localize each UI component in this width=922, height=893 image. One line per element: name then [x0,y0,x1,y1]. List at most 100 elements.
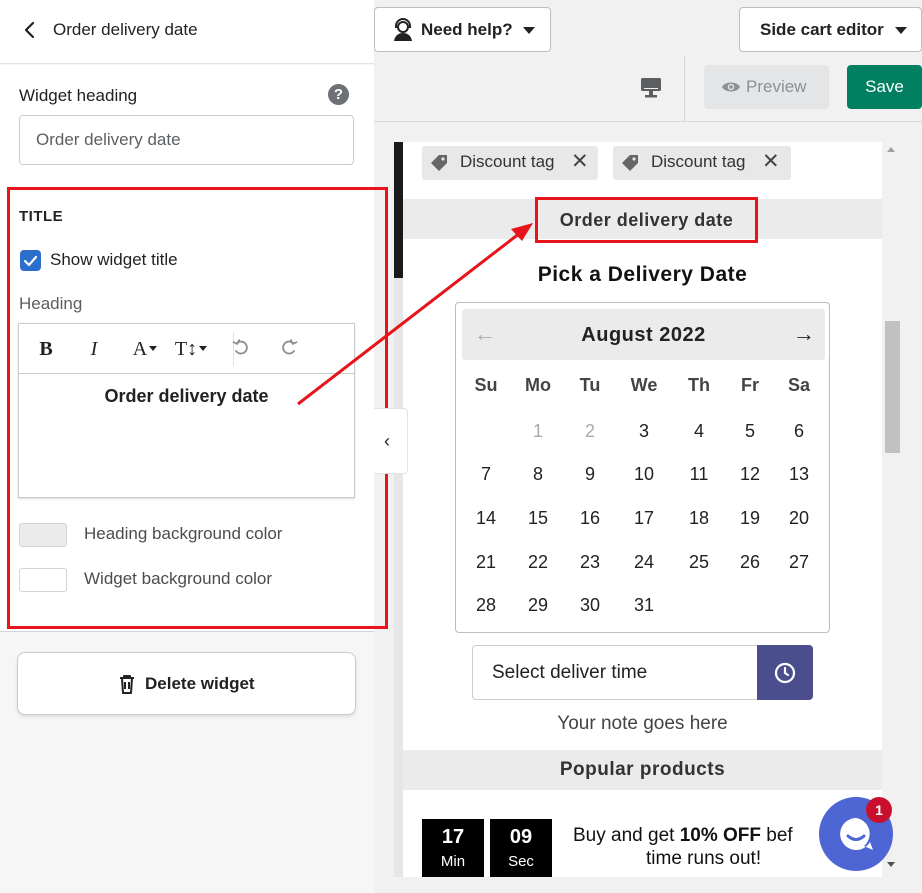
calendar-month: August 2022 [581,324,706,346]
weekday-label: Tu [579,375,601,395]
collapse-panel-tab[interactable]: ‹ [374,408,408,474]
weekday-label: Su [474,375,498,395]
calendar-day: 2 [584,421,595,441]
need-help-button[interactable]: Need help? [374,7,551,52]
tag-icon [622,155,638,171]
calendar-day[interactable]: 3 [619,421,669,442]
preview-scrollbar[interactable] [882,142,902,877]
calendar-day[interactable]: 30 [565,595,615,616]
scroll-down-icon[interactable] [887,862,895,867]
scroll-up-icon[interactable] [887,147,895,152]
countdown-minutes-value: 17 [441,826,465,848]
chevron-left-icon: ‹ [384,431,390,451]
promo-text-pre: Buy and get [573,825,680,846]
countdown-minutes-unit: Min [440,853,466,870]
toolbar-divider [684,56,685,122]
tag-icon [431,155,447,171]
calendar-day[interactable]: 5 [725,421,775,442]
calendar-day[interactable]: 28 [461,595,511,616]
countdown-seconds-unit: Sec [508,853,534,870]
support-agent-icon [394,18,412,41]
weekday-label: Th [688,375,710,395]
save-button[interactable]: Save [847,65,922,109]
side-cart-editor-button[interactable]: Side cart editor [739,7,922,52]
calendar-day[interactable]: 6 [774,421,824,442]
calendar-day[interactable]: 31 [619,595,669,616]
calendar-day[interactable]: 4 [674,421,724,442]
eye-icon [722,82,740,92]
calendar-day[interactable]: 7 [461,464,511,485]
panel-title: Order delivery date [53,20,198,39]
discount-tag-label: Discount tag [460,152,555,171]
calendar-day[interactable]: 10 [619,464,669,485]
weekday-label: Mo [525,375,551,395]
desktop-icon[interactable] [640,75,662,99]
calendar-day[interactable]: 22 [513,552,563,573]
date-picker: ← August 2022 → Su Mo Tu We Th Fr Sa 1 2 3 4 5 6 7 8 9 1… [455,302,830,633]
calendar-day[interactable]: 29 [513,595,563,616]
delivery-time-select[interactable]: Select deliver time [472,645,758,700]
pick-date-title: Pick a Delivery Date [537,263,748,286]
calendar-day[interactable]: 16 [565,508,615,529]
promo-text-post: bef [761,825,793,846]
help-icon[interactable]: ? [328,84,349,105]
calendar-day[interactable]: 19 [725,508,775,529]
delete-widget-label: Delete widget [145,674,255,693]
widget-heading-input[interactable]: Order delivery date [19,115,354,165]
widget-heading-title: Order delivery date [535,197,758,243]
calendar-day[interactable]: 26 [725,552,775,573]
calendar-day[interactable]: 24 [619,552,669,573]
need-help-label: Need help? [421,20,513,39]
weekday-label: Sa [787,375,811,395]
preview-bottom-strip [374,877,922,893]
calendar-day[interactable]: 14 [461,508,511,529]
preview-scrollbar-thumb[interactable] [885,321,900,453]
calendar-header: ← August 2022 → [462,309,825,360]
delivery-time-placeholder: Select deliver time [492,662,648,683]
calendar-day[interactable]: 17 [619,508,669,529]
chevron-down-icon [895,27,907,34]
calendar-day[interactable]: 12 [725,464,775,485]
popular-products-title: Popular products [559,759,726,780]
highlight-box [7,187,388,629]
discount-tag-label: Discount tag [651,152,746,171]
panel-header: Order delivery date [0,0,374,64]
arrow-right-icon[interactable]: → [793,322,815,346]
countdown-minutes: 17 Min [422,819,484,877]
chevron-left-icon[interactable] [20,18,40,42]
calendar-day[interactable]: 15 [513,508,563,529]
side-cart-editor-label: Side cart editor [760,20,884,39]
calendar-day[interactable]: 25 [674,552,724,573]
calendar-day[interactable]: 27 [774,552,824,573]
delete-widget-button[interactable]: Delete widget [17,652,356,715]
calendar-day[interactable]: 23 [565,552,615,573]
preview-button[interactable]: Preview [704,65,829,109]
calendar-day[interactable]: 9 [565,464,615,485]
promo-text-bold: 10% OFF [679,825,762,846]
calendar-day[interactable]: 18 [674,508,724,529]
calendar-day[interactable]: 13 [774,464,824,485]
chat-notification-badge: 1 [866,797,892,823]
promo-text-line1: Buy and get 10% OFF bef [573,825,793,847]
weekday-label: We [630,375,658,395]
time-picker-button[interactable] [757,645,813,700]
order-note: Your note goes here [557,713,728,734]
promo-text-line2: time runs out! [646,848,762,869]
calendar-day[interactable]: 8 [513,464,563,485]
discount-tag: Discount tag ✕ [613,146,791,180]
calendar-day[interactable]: 21 [461,552,511,573]
clock-icon [774,662,796,684]
calendar-day[interactable]: 11 [674,464,724,485]
chevron-down-icon [523,27,535,34]
popular-products-bar: Popular products [403,750,882,790]
widget-heading-label: Widget heading [19,86,138,105]
preview-scrollbar-left-thumb[interactable] [394,142,403,278]
trash-icon [120,675,134,694]
preview-label: Preview [746,77,807,96]
weekday-label: Fr [741,375,759,395]
countdown-seconds-value: 09 [509,826,533,848]
close-icon[interactable]: ✕ [571,151,589,173]
close-icon[interactable]: ✕ [762,151,780,173]
calendar-day[interactable]: 20 [774,508,824,529]
discount-tag: Discount tag ✕ [422,146,598,180]
